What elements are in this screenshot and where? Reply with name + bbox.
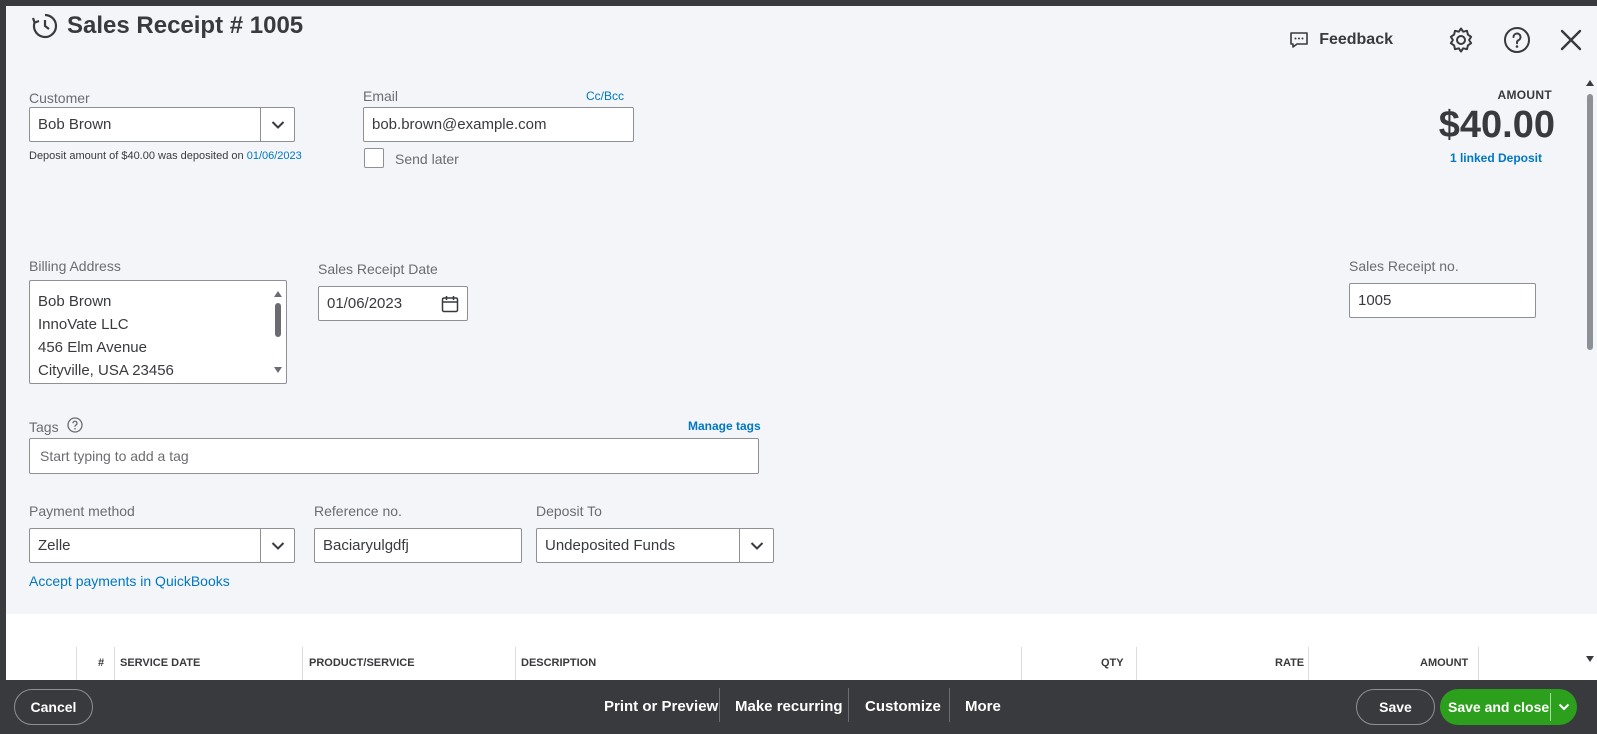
column-separator xyxy=(1021,647,1022,680)
more-button[interactable]: More xyxy=(965,690,1001,722)
page-title-row: Sales Receipt # 1005 xyxy=(31,12,303,40)
cc-bcc-link[interactable]: Cc/Bcc xyxy=(586,89,624,103)
reference-no-label: Reference no. xyxy=(314,503,402,519)
reference-no-field[interactable]: Baciaryulgdfj xyxy=(314,528,522,563)
gear-icon xyxy=(1449,27,1473,53)
customize-button[interactable]: Customize xyxy=(865,690,941,722)
billing-line: Bob Brown xyxy=(38,293,112,310)
col-header-qty: QTY xyxy=(1101,657,1124,669)
receipt-no-value: 1005 xyxy=(1358,292,1392,309)
deposit-note-text: Deposit amount of $40.00 was deposited o… xyxy=(29,150,244,162)
send-later-label: Send later xyxy=(395,151,459,167)
tags-label: Tags xyxy=(29,419,59,435)
column-separator xyxy=(515,647,516,680)
deposit-to-value: Undeposited Funds xyxy=(545,537,676,554)
save-button[interactable]: Save xyxy=(1356,689,1435,725)
chevron-down-icon xyxy=(271,120,284,129)
tags-help-icon[interactable] xyxy=(67,417,83,433)
chevron-down-icon xyxy=(750,541,763,550)
billing-line: Cityville, USA 23456 xyxy=(38,362,174,379)
help-button[interactable] xyxy=(1503,26,1531,54)
page-title: Sales Receipt # 1005 xyxy=(67,12,304,39)
deposit-to-label: Deposit To xyxy=(536,503,602,519)
amount-value: $40.00 xyxy=(1438,104,1555,146)
column-separator xyxy=(1478,647,1479,680)
save-options-toggle[interactable] xyxy=(1551,703,1577,711)
column-separator xyxy=(76,647,77,680)
receipt-date-field[interactable]: 01/06/2023 xyxy=(318,286,468,321)
address-scrollbar[interactable] xyxy=(272,285,284,379)
history-icon[interactable] xyxy=(31,12,59,40)
col-header-product-service: PRODUCT/SERVICE xyxy=(309,657,415,669)
footer-separator xyxy=(719,688,720,722)
email-field[interactable]: bob.brown@example.com xyxy=(363,107,634,142)
settings-button[interactable] xyxy=(1447,26,1475,54)
save-and-close-button[interactable]: Save and close xyxy=(1440,699,1550,715)
chevron-down-icon xyxy=(271,541,284,550)
payment-method-label: Payment method xyxy=(29,503,135,519)
feedback-label: Feedback xyxy=(1319,31,1393,48)
amount-label: AMOUNT xyxy=(1497,88,1552,102)
customer-select[interactable]: Bob Brown xyxy=(29,107,295,142)
receipt-no-field[interactable]: 1005 xyxy=(1349,283,1536,318)
column-separator xyxy=(1308,647,1309,680)
col-header-rate: RATE xyxy=(1275,657,1305,669)
email-value: bob.brown@example.com xyxy=(372,116,547,133)
save-and-close-split-button: Save and close xyxy=(1440,689,1577,725)
column-separator xyxy=(1136,647,1137,680)
feedback-button[interactable]: Feedback xyxy=(1289,30,1393,50)
split-divider xyxy=(1550,693,1551,721)
linked-deposit-link[interactable]: 1 linked Deposit xyxy=(1450,151,1542,165)
sales-receipt-panel: Sales Receipt # 1005 Feedback Customer B… xyxy=(6,6,1597,680)
reference-no-value: Baciaryulgdfj xyxy=(323,537,409,554)
column-separator xyxy=(302,647,303,680)
chevron-down-icon xyxy=(1558,703,1570,711)
col-header-description: DESCRIPTION xyxy=(521,657,597,669)
tags-placeholder: Start typing to add a tag xyxy=(40,448,189,464)
close-button[interactable] xyxy=(1559,28,1583,52)
make-recurring-button[interactable]: Make recurring xyxy=(735,690,843,722)
page-scrollbar[interactable] xyxy=(1583,74,1597,680)
tags-input[interactable]: Start typing to add a tag xyxy=(29,438,759,474)
customer-value: Bob Brown xyxy=(38,116,112,133)
email-label: Email xyxy=(363,88,399,104)
payment-method-select[interactable]: Zelle xyxy=(29,528,295,563)
cancel-button[interactable]: Cancel xyxy=(14,689,93,725)
help-icon xyxy=(1504,27,1530,53)
customer-dropdown-toggle[interactable] xyxy=(260,108,294,141)
chat-bubble-icon xyxy=(1290,32,1308,48)
col-header-number: # xyxy=(98,657,105,669)
line-items-table: # SERVICE DATE PRODUCT/SERVICE DESCRIPTI… xyxy=(6,614,1597,680)
header-actions: Feedback xyxy=(1289,26,1583,54)
accept-payments-link[interactable]: Accept payments in QuickBooks xyxy=(29,573,230,589)
col-header-service-date: SERVICE DATE xyxy=(120,657,201,669)
receipt-no-label: Sales Receipt no. xyxy=(1349,258,1459,274)
footer-separator xyxy=(848,688,849,722)
billing-line: 456 Elm Avenue xyxy=(38,339,147,356)
column-separator xyxy=(114,647,115,680)
manage-tags-link[interactable]: Manage tags xyxy=(688,419,761,433)
deposit-to-dropdown-toggle[interactable] xyxy=(739,529,773,562)
send-later-checkbox[interactable] xyxy=(364,148,384,168)
billing-line: InnoVate LLC xyxy=(38,316,129,333)
close-icon xyxy=(1560,29,1582,51)
col-header-amount: AMOUNT xyxy=(1420,657,1469,669)
billing-address-textarea[interactable]: Bob Brown InnoVate LLC 456 Elm Avenue Ci… xyxy=(29,280,287,384)
footer-separator xyxy=(949,688,950,722)
payment-method-value: Zelle xyxy=(38,537,71,554)
customer-label: Customer xyxy=(29,90,90,106)
billing-address-label: Billing Address xyxy=(29,258,121,274)
receipt-date-label: Sales Receipt Date xyxy=(318,261,438,277)
deposit-note: Deposit amount of $40.00 was deposited o… xyxy=(29,150,302,162)
calendar-icon[interactable] xyxy=(441,295,459,313)
footer-bar: Cancel Print or Preview Make recurring C… xyxy=(0,680,1597,734)
deposit-to-select[interactable]: Undeposited Funds xyxy=(536,528,774,563)
receipt-date-value: 01/06/2023 xyxy=(327,295,403,312)
payment-method-dropdown-toggle[interactable] xyxy=(260,529,294,562)
deposit-date-link[interactable]: 01/06/2023 xyxy=(247,150,302,162)
print-preview-button[interactable]: Print or Preview xyxy=(604,690,718,722)
